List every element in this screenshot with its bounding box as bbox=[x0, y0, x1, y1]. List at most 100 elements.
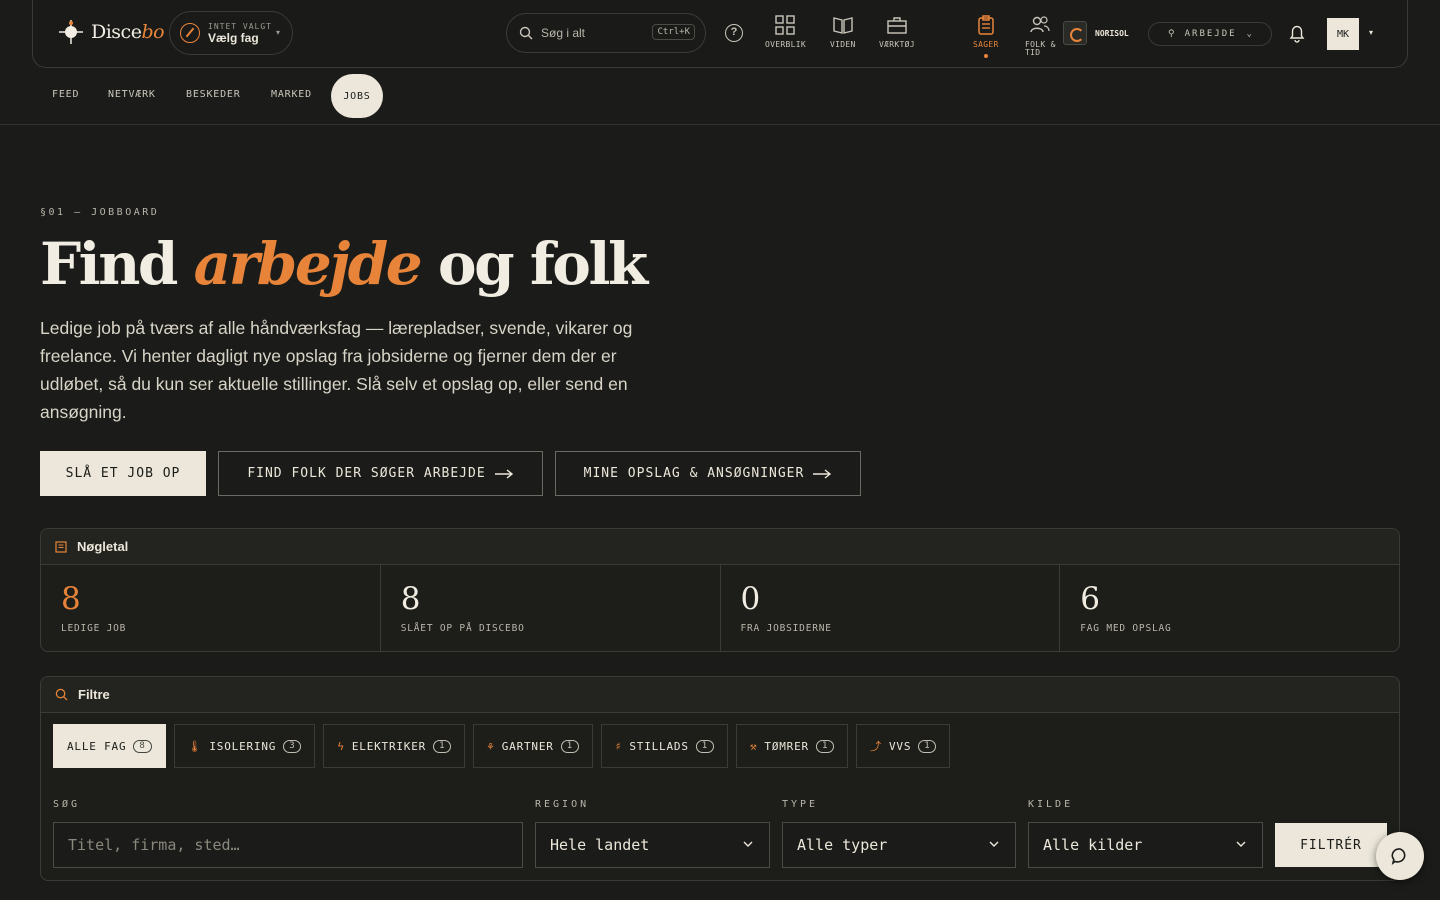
chat-bubble-icon bbox=[1391, 848, 1406, 865]
region-value: Hele landet bbox=[550, 836, 650, 854]
search-shortcut: Ctrl+K bbox=[652, 24, 695, 40]
brand-name: Discebo bbox=[91, 21, 165, 43]
subnav-netvaerk[interactable]: NETVÆRK bbox=[108, 89, 156, 100]
sprout-icon: ⚘ bbox=[487, 739, 495, 753]
chip-elektriker[interactable]: ϟ ELEKTRIKER 1 bbox=[323, 724, 466, 768]
region-label: REGION bbox=[535, 799, 590, 810]
thermometer-icon: 🌡︎ bbox=[187, 739, 203, 753]
wrench-icon: ⚲ bbox=[1168, 29, 1175, 39]
job-search-field bbox=[53, 822, 523, 868]
section-eyebrow: §01 — JOBBOARD bbox=[40, 207, 160, 218]
active-dot bbox=[983, 54, 988, 58]
source-value: Alle kilder bbox=[1043, 836, 1143, 854]
nav-label: VÆRKTØJ bbox=[879, 40, 915, 49]
nav-label: FOLK & TID bbox=[1025, 40, 1056, 57]
filter-panel: Filtre ALLE FAG 8 🌡︎ ISOLERING 3 ϟ ELEKTRIKE… bbox=[40, 676, 1400, 881]
arrow-right-icon bbox=[813, 468, 832, 479]
source-label: KILDE bbox=[1028, 799, 1074, 810]
filter-panel-header: Filtre bbox=[41, 677, 1399, 713]
toolbox-icon bbox=[887, 17, 907, 34]
nav-vaerktoej[interactable]: VÆRKTØJ bbox=[879, 14, 915, 49]
org-logo-icon bbox=[1063, 21, 1087, 45]
type-select[interactable]: Alle typer bbox=[782, 822, 1016, 868]
book-icon bbox=[833, 17, 853, 34]
nav-folk-tid[interactable]: FOLK & TID bbox=[1025, 14, 1056, 57]
kpi-value: 6 bbox=[1080, 581, 1100, 617]
subnav-beskeder[interactable]: BESKEDER bbox=[186, 89, 241, 100]
saw-icon: ⚒ bbox=[749, 739, 758, 753]
subnav-marked[interactable]: MARKED bbox=[271, 89, 312, 100]
scaffold-icon: ♯ bbox=[614, 739, 623, 753]
people-icon bbox=[1030, 16, 1050, 33]
nav-label: OVERBLIK bbox=[765, 40, 806, 49]
nav-overblik[interactable]: OVERBLIK bbox=[765, 14, 806, 49]
subnav-feed[interactable]: FEED bbox=[52, 89, 79, 100]
chip-stillads[interactable]: ♯ STILLADS 1 bbox=[600, 724, 728, 768]
chip-isolering[interactable]: 🌡︎ ISOLERING 3 bbox=[173, 724, 316, 768]
chevron-down-icon[interactable]: ▾ bbox=[1369, 28, 1373, 37]
trade-chips: ALLE FAG 8 🌡︎ ISOLERING 3 ϟ ELEKTRIKER 1 ⚘ GAR… bbox=[53, 724, 951, 768]
chevron-down-icon: ⌄ bbox=[1246, 29, 1252, 39]
trade-label: Vælg fag bbox=[208, 30, 259, 45]
kpi-label: SLÅET OP PÅ DISCEBO bbox=[400, 623, 525, 634]
nav-viden[interactable]: VIDEN bbox=[830, 14, 856, 49]
page-title: Find arbejde og folk bbox=[40, 230, 648, 298]
faucet-icon: ⤴ bbox=[870, 740, 882, 753]
chevron-down-icon: ▾ bbox=[275, 28, 280, 37]
global-search[interactable]: Søg i alt Ctrl+K bbox=[506, 13, 706, 53]
compass-icon bbox=[180, 23, 200, 43]
kpi-from-job-sites: 0 FRA JOBSIDERNE bbox=[721, 565, 1061, 651]
kpi-panel-header: Nøgletal bbox=[41, 529, 1399, 565]
post-job-button[interactable]: SLÅ ET JOB OP bbox=[40, 451, 206, 496]
help-icon[interactable]: ? bbox=[725, 24, 743, 42]
chip-toemrer[interactable]: ⚒ TØMRER 1 bbox=[735, 724, 849, 768]
region-select[interactable]: Hele landet bbox=[535, 822, 770, 868]
search-label: SØG bbox=[53, 799, 81, 810]
chevron-down-icon bbox=[743, 841, 753, 847]
chip-gartner[interactable]: ⚘ GARTNER 1 bbox=[473, 724, 593, 768]
nav-sager[interactable]: SAGER bbox=[973, 14, 999, 58]
grid-icon bbox=[775, 15, 796, 35]
find-people-button[interactable]: FIND FOLK DER SØGER ARBEJDE bbox=[218, 451, 543, 496]
sub-navigation: FEED NETVÆRK BESKEDER MARKED JOBS bbox=[0, 68, 1440, 125]
kpi-label: LEDIGE JOB bbox=[61, 623, 127, 634]
filter-panel-title: Filtre bbox=[78, 687, 110, 702]
kpi-value: 8 bbox=[400, 581, 421, 617]
arrow-right-icon bbox=[494, 468, 513, 479]
logo-mark-icon bbox=[57, 18, 85, 46]
chat-button[interactable] bbox=[1376, 832, 1424, 880]
source-select[interactable]: Alle kilder bbox=[1028, 822, 1263, 868]
kpi-trades-with-posts: 6 FAG MED OPSLAG bbox=[1060, 565, 1399, 651]
kpi-panel: Nøgletal 8 LEDIGE JOB 8 SLÅET OP PÅ DISC… bbox=[40, 528, 1400, 652]
search-placeholder: Søg i alt bbox=[541, 26, 586, 40]
avatar[interactable]: MK bbox=[1327, 18, 1359, 50]
kpi-label: FRA JOBSIDERNE bbox=[740, 623, 832, 634]
chevron-down-icon bbox=[989, 841, 999, 847]
trade-selector[interactable]: INTET VALGT Vælg fag ▾ bbox=[169, 11, 293, 55]
type-label: TYPE bbox=[782, 799, 819, 810]
nav-label: SAGER bbox=[973, 40, 999, 49]
kpi-value: 0 bbox=[740, 581, 761, 617]
chevron-down-icon bbox=[1236, 841, 1246, 847]
type-value: Alle typer bbox=[797, 836, 888, 854]
org-switcher[interactable]: NORISOL bbox=[1063, 21, 1129, 45]
work-mode-selector[interactable]: ⚲ ARBEJDE ⌄ bbox=[1148, 22, 1272, 46]
org-name: NORISOL bbox=[1095, 28, 1129, 38]
ledger-icon bbox=[55, 540, 67, 553]
my-posts-button[interactable]: MINE OPSLAG & ANSØGNINGER bbox=[555, 451, 861, 496]
chip-vvs[interactable]: ⤴ VVS 1 bbox=[856, 724, 951, 768]
search-icon bbox=[55, 688, 68, 701]
clipboard-icon bbox=[978, 15, 994, 35]
bell-icon[interactable] bbox=[1287, 23, 1307, 43]
kpi-posted-on-discebo: 8 SLÅET OP PÅ DISCEBO bbox=[381, 565, 721, 651]
job-search-input[interactable] bbox=[68, 836, 522, 854]
kpi-value: 8 bbox=[61, 581, 81, 617]
top-bar: Discebo INTET VALGT Vælg fag ▾ Søg i alt… bbox=[32, 0, 1408, 68]
logo[interactable]: Discebo bbox=[57, 18, 165, 46]
kpi-open-jobs: 8 LEDIGE JOB bbox=[41, 565, 381, 651]
subnav-jobs[interactable]: JOBS bbox=[331, 74, 383, 118]
filter-apply-button[interactable]: FILTRÉR bbox=[1275, 823, 1387, 867]
chip-all-trades[interactable]: ALLE FAG 8 bbox=[53, 724, 166, 768]
work-mode-label: ARBEJDE bbox=[1184, 29, 1237, 39]
trade-status: INTET VALGT bbox=[208, 21, 272, 31]
